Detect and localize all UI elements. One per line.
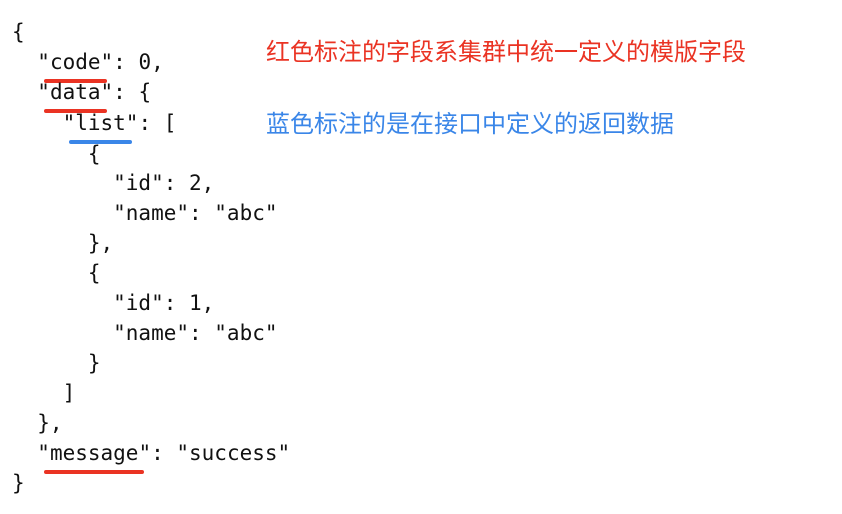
code-line: },	[12, 408, 63, 438]
code-line: "code ": 0,	[12, 47, 164, 83]
code-line: }	[12, 348, 101, 378]
code-line: "name": "abc"	[12, 198, 278, 228]
code-text: "	[12, 50, 50, 74]
code-line: },	[12, 228, 113, 258]
code-line: {	[12, 139, 101, 169]
code-line: {	[12, 258, 101, 288]
code-line: "data ": {	[12, 77, 152, 113]
code-line: {	[12, 17, 25, 47]
code-text: "	[12, 111, 76, 135]
json-key-list: list	[69, 108, 132, 144]
code-text: {	[12, 20, 25, 44]
json-key-text: code	[49, 50, 101, 74]
json-key-data: data	[43, 77, 107, 113]
code-line: ]	[12, 378, 76, 408]
code-text: "	[12, 80, 50, 104]
code-text: ": {	[100, 80, 152, 104]
code-text: ": 0,	[100, 50, 164, 74]
code-line: }	[12, 468, 25, 498]
code-text: ": [	[125, 111, 177, 135]
code-line: "list ": [	[12, 108, 177, 144]
code-text: "id": 1,	[12, 291, 215, 315]
code-line: "message ": "success"	[12, 438, 291, 474]
json-key-text: message	[49, 441, 139, 465]
code-text: "id": 2,	[12, 171, 215, 195]
code-text: }	[12, 471, 25, 495]
blue-annotation: 蓝色标注的是在接口中定义的返回数据	[266, 110, 674, 138]
red-underline-mark	[43, 470, 145, 474]
json-code-block: { "code ": 0, "data ": { "list ": [ { "id":…	[0, 0, 842, 514]
code-line: "name": "abc"	[12, 318, 278, 348]
code-text: }	[12, 351, 101, 375]
code-text: },	[12, 231, 114, 255]
code-text: {	[12, 261, 101, 285]
code-text: },	[12, 411, 63, 435]
code-text: ": "success"	[138, 441, 291, 465]
code-text: "name": "abc"	[12, 321, 278, 345]
code-text: "name": "abc"	[12, 201, 278, 225]
code-line: "id": 1,	[12, 288, 214, 318]
json-key-message: message	[43, 438, 145, 474]
red-annotation: 红色标注的字段系集群中统一定义的模版字段	[266, 38, 746, 66]
json-key-text: data	[49, 80, 101, 104]
json-key-code: code	[43, 47, 107, 83]
code-text: ]	[12, 381, 76, 405]
code-text: "	[12, 441, 50, 465]
code-text: {	[12, 142, 101, 166]
code-line: "id": 2,	[12, 168, 214, 198]
json-key-text: list	[75, 111, 126, 135]
